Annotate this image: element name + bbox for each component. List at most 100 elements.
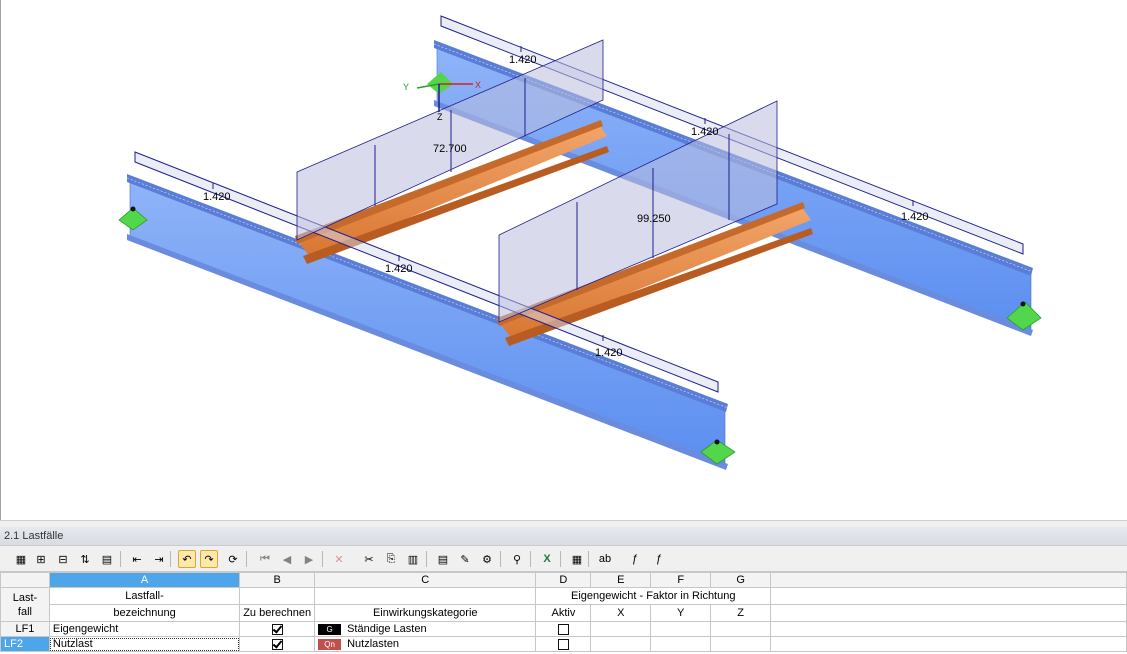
insert-row-icon[interactable]: ⊞: [32, 550, 50, 568]
excel-icon[interactable]: X: [538, 550, 556, 568]
paste-icon[interactable]: ⎘: [382, 550, 400, 568]
ab-icon[interactable]: ab: [596, 550, 614, 568]
active-cell[interactable]: [535, 636, 592, 652]
axis-z-label: Z: [437, 112, 443, 122]
columns-icon[interactable]: ▥: [404, 550, 422, 568]
next-icon[interactable]: ▶: [300, 550, 318, 568]
category-badge: G: [318, 623, 342, 635]
table-row[interactable]: LF1 Eigengewicht G Ständige Lasten: [0, 621, 1127, 637]
corner-cell[interactable]: [0, 572, 50, 588]
active-checkbox[interactable]: [557, 623, 569, 635]
load-case-table: A B C D E F G Last-fall Lastfall- Eigeng…: [0, 572, 1127, 654]
filler-cell: [770, 621, 1127, 637]
toolbar-separator: [426, 551, 427, 567]
factor-y-cell[interactable]: [650, 636, 712, 652]
col-d-title-2: Aktiv: [535, 604, 592, 622]
toolbar-separator: [560, 551, 561, 567]
category-badge: Qn: [318, 638, 342, 650]
panel-splitter[interactable]: [0, 520, 1127, 527]
column-a-header[interactable]: A: [48, 572, 241, 588]
factor-x-cell[interactable]: [590, 621, 652, 637]
structure-model: X Y Z 1.420 1.420 1.420 1.420 1.420 1.42…: [118, 15, 1042, 470]
clear-function-icon[interactable]: ƒ: [650, 550, 668, 568]
load-label: 72.700: [433, 143, 467, 155]
import-icon[interactable]: ⇤: [128, 550, 146, 568]
col-b-title-1: [239, 587, 316, 605]
toolbar-separator: [530, 551, 531, 567]
load-label: 1.420: [595, 347, 623, 359]
factor-y-cell[interactable]: [650, 621, 712, 637]
load-label: 1.420: [691, 126, 719, 138]
redo-icon[interactable]: ↷: [200, 550, 218, 568]
column-f-header[interactable]: F: [650, 572, 712, 588]
column-b-header[interactable]: B: [239, 572, 316, 588]
prev-icon[interactable]: ◀: [278, 550, 296, 568]
undo-icon[interactable]: ↶: [178, 550, 196, 568]
load-case-name-cell[interactable]: Nutzlast: [48, 636, 241, 652]
category-cell[interactable]: G Ständige Lasten: [314, 621, 537, 637]
toolbar-separator: [120, 551, 121, 567]
model-viewport[interactable]: X Y Z 1.420 1.420 1.420 1.420 1.420 1.42…: [0, 0, 1127, 520]
delete-icon[interactable]: ✕: [330, 550, 348, 568]
category-cell[interactable]: Qn Nutzlasten: [314, 636, 537, 652]
col-e-title-2: X: [590, 604, 652, 622]
col-c-title-1: [314, 587, 537, 605]
panel-title: 2.1 Lastfälle: [0, 527, 1127, 546]
load-label: 1.420: [901, 211, 929, 223]
refresh-icon[interactable]: ⟳: [224, 550, 242, 568]
column-d-header[interactable]: D: [535, 572, 592, 588]
chart-icon[interactable]: ▤: [98, 550, 116, 568]
compute-cell[interactable]: [239, 636, 316, 652]
row-id[interactable]: LF2: [0, 636, 50, 652]
row-header-title: Last-fall: [0, 587, 50, 622]
calculator-icon[interactable]: ▦: [568, 550, 586, 568]
toolbar-separator: [170, 551, 171, 567]
compute-checkbox[interactable]: [271, 623, 283, 635]
filter-icon[interactable]: ⚲: [508, 550, 526, 568]
load-label: 1.420: [203, 191, 231, 203]
table-toolbar: ▦ ⊞ ⊟ ⇅ ▤ ⇤ ⇥ ↶ ↷ ⟳ ⏮ ◀ ▶ ✕ ✂ ⎘ ▥ ▤ ✎ ⚙ ⚲ X ▦ ab ƒ ƒ: [0, 546, 1127, 572]
factor-z-cell[interactable]: [710, 621, 772, 637]
col-b-title-2: Zu berechnen: [239, 604, 316, 622]
column-letter-row: A B C D E F G: [0, 572, 1127, 588]
active-cell[interactable]: [535, 621, 592, 637]
edit-icon[interactable]: ✎: [456, 550, 474, 568]
filler-cell: [770, 636, 1127, 652]
col-c-title-2: Einwirkungskategorie: [314, 604, 537, 622]
table-row[interactable]: LF2 Nutzlast Qn Nutzlasten: [0, 636, 1127, 652]
move-row-icon[interactable]: ⇅: [76, 550, 94, 568]
col-g-title-2: Z: [710, 604, 772, 622]
row-header-title-1: Last-: [12, 591, 38, 604]
axis-y-label: Y: [403, 82, 409, 92]
compute-cell[interactable]: [239, 621, 316, 637]
column-g-header[interactable]: G: [710, 572, 772, 588]
active-checkbox[interactable]: [557, 638, 569, 650]
axis-x-label: X: [475, 80, 481, 90]
load-label: 99.250: [637, 213, 671, 225]
compute-checkbox[interactable]: [271, 638, 283, 650]
export-icon[interactable]: ⇥: [150, 550, 168, 568]
column-e-header[interactable]: E: [590, 572, 652, 588]
load-label: 1.420: [509, 54, 537, 66]
row-header-title-2: fall: [17, 605, 32, 618]
settings-icon[interactable]: ⚙: [478, 550, 496, 568]
first-icon[interactable]: ⏮: [256, 550, 274, 568]
table-icon[interactable]: ▦: [12, 550, 30, 568]
load-case-name-cell[interactable]: Eigengewicht: [48, 621, 241, 637]
col-a-title-1: Lastfall-: [48, 587, 241, 605]
category-label: Ständige Lasten: [347, 623, 427, 635]
factor-x-cell[interactable]: [590, 636, 652, 652]
function-icon[interactable]: ƒ: [626, 550, 644, 568]
category-label: Nutzlasten: [347, 638, 400, 650]
toolbar-separator: [246, 551, 247, 567]
toolbar-separator: [322, 551, 323, 567]
row-id[interactable]: LF1: [0, 621, 50, 637]
filler-header: [770, 572, 1127, 588]
column-c-header[interactable]: C: [314, 572, 537, 588]
cut-icon[interactable]: ✂: [360, 550, 378, 568]
filler-title-1: [770, 587, 1127, 605]
delete-row-icon[interactable]: ⊟: [54, 550, 72, 568]
factor-z-cell[interactable]: [710, 636, 772, 652]
rows-icon[interactable]: ▤: [434, 550, 452, 568]
toolbar-separator: [588, 551, 589, 567]
